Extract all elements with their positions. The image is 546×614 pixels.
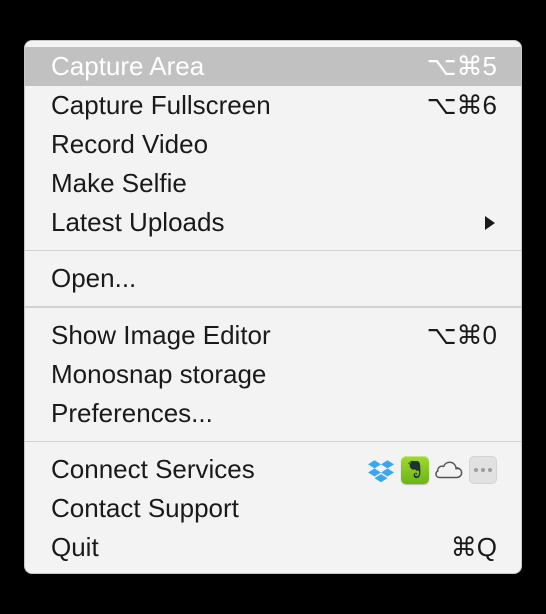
menu-item-capture-fullscreen[interactable]: Capture Fullscreen ⌥⌘6 [25,86,521,125]
menu-item-record-video[interactable]: Record Video [25,125,521,164]
menu-item-preferences[interactable]: Preferences... [25,394,521,433]
menu-item-label: Latest Uploads [51,207,224,238]
menu-item-make-selfie[interactable]: Make Selfie [25,164,521,203]
menu-item-label: Open... [51,263,136,294]
menu-item-latest-uploads[interactable]: Latest Uploads [25,203,521,242]
dropbox-icon [367,456,395,484]
menu-item-shortcut: ⌥⌘0 [427,320,497,351]
menu-item-label: Monosnap storage [51,359,266,390]
menu-item-open[interactable]: Open... [25,259,521,298]
menu-item-label: Quit [51,532,99,563]
menu-item-show-image-editor[interactable]: Show Image Editor ⌥⌘0 [25,316,521,355]
menu-item-label: Contact Support [51,493,239,524]
menu-item-label: Capture Fullscreen [51,90,271,121]
icloud-icon [435,456,463,484]
menu-item-label: Show Image Editor [51,320,271,351]
menu-item-label: Capture Area [51,51,204,82]
service-icons [367,456,497,484]
menu-item-contact-support[interactable]: Contact Support [25,489,521,528]
menu-item-label: Record Video [51,129,208,160]
menu-separator [25,441,521,443]
menu-item-connect-services[interactable]: Connect Services [25,450,521,489]
submenu-arrow-icon [483,207,497,238]
context-menu: Capture Area ⌥⌘5 Capture Fullscreen ⌥⌘6 … [24,40,522,575]
menu-item-shortcut: ⌘Q [451,532,497,563]
menu-item-shortcut: ⌥⌘6 [427,90,497,121]
menu-item-label: Make Selfie [51,168,187,199]
menu-item-monosnap-storage[interactable]: Monosnap storage [25,355,521,394]
menu-separator [25,250,521,252]
menu-item-quit[interactable]: Quit ⌘Q [25,528,521,567]
menu-separator [25,306,521,308]
menu-item-shortcut: ⌥⌘5 [427,51,497,82]
more-services-icon[interactable] [469,456,497,484]
evernote-icon [401,456,429,484]
menu-item-capture-area[interactable]: Capture Area ⌥⌘5 [25,47,521,86]
menu-item-label: Preferences... [51,398,213,429]
menu-item-label: Connect Services [51,454,255,485]
